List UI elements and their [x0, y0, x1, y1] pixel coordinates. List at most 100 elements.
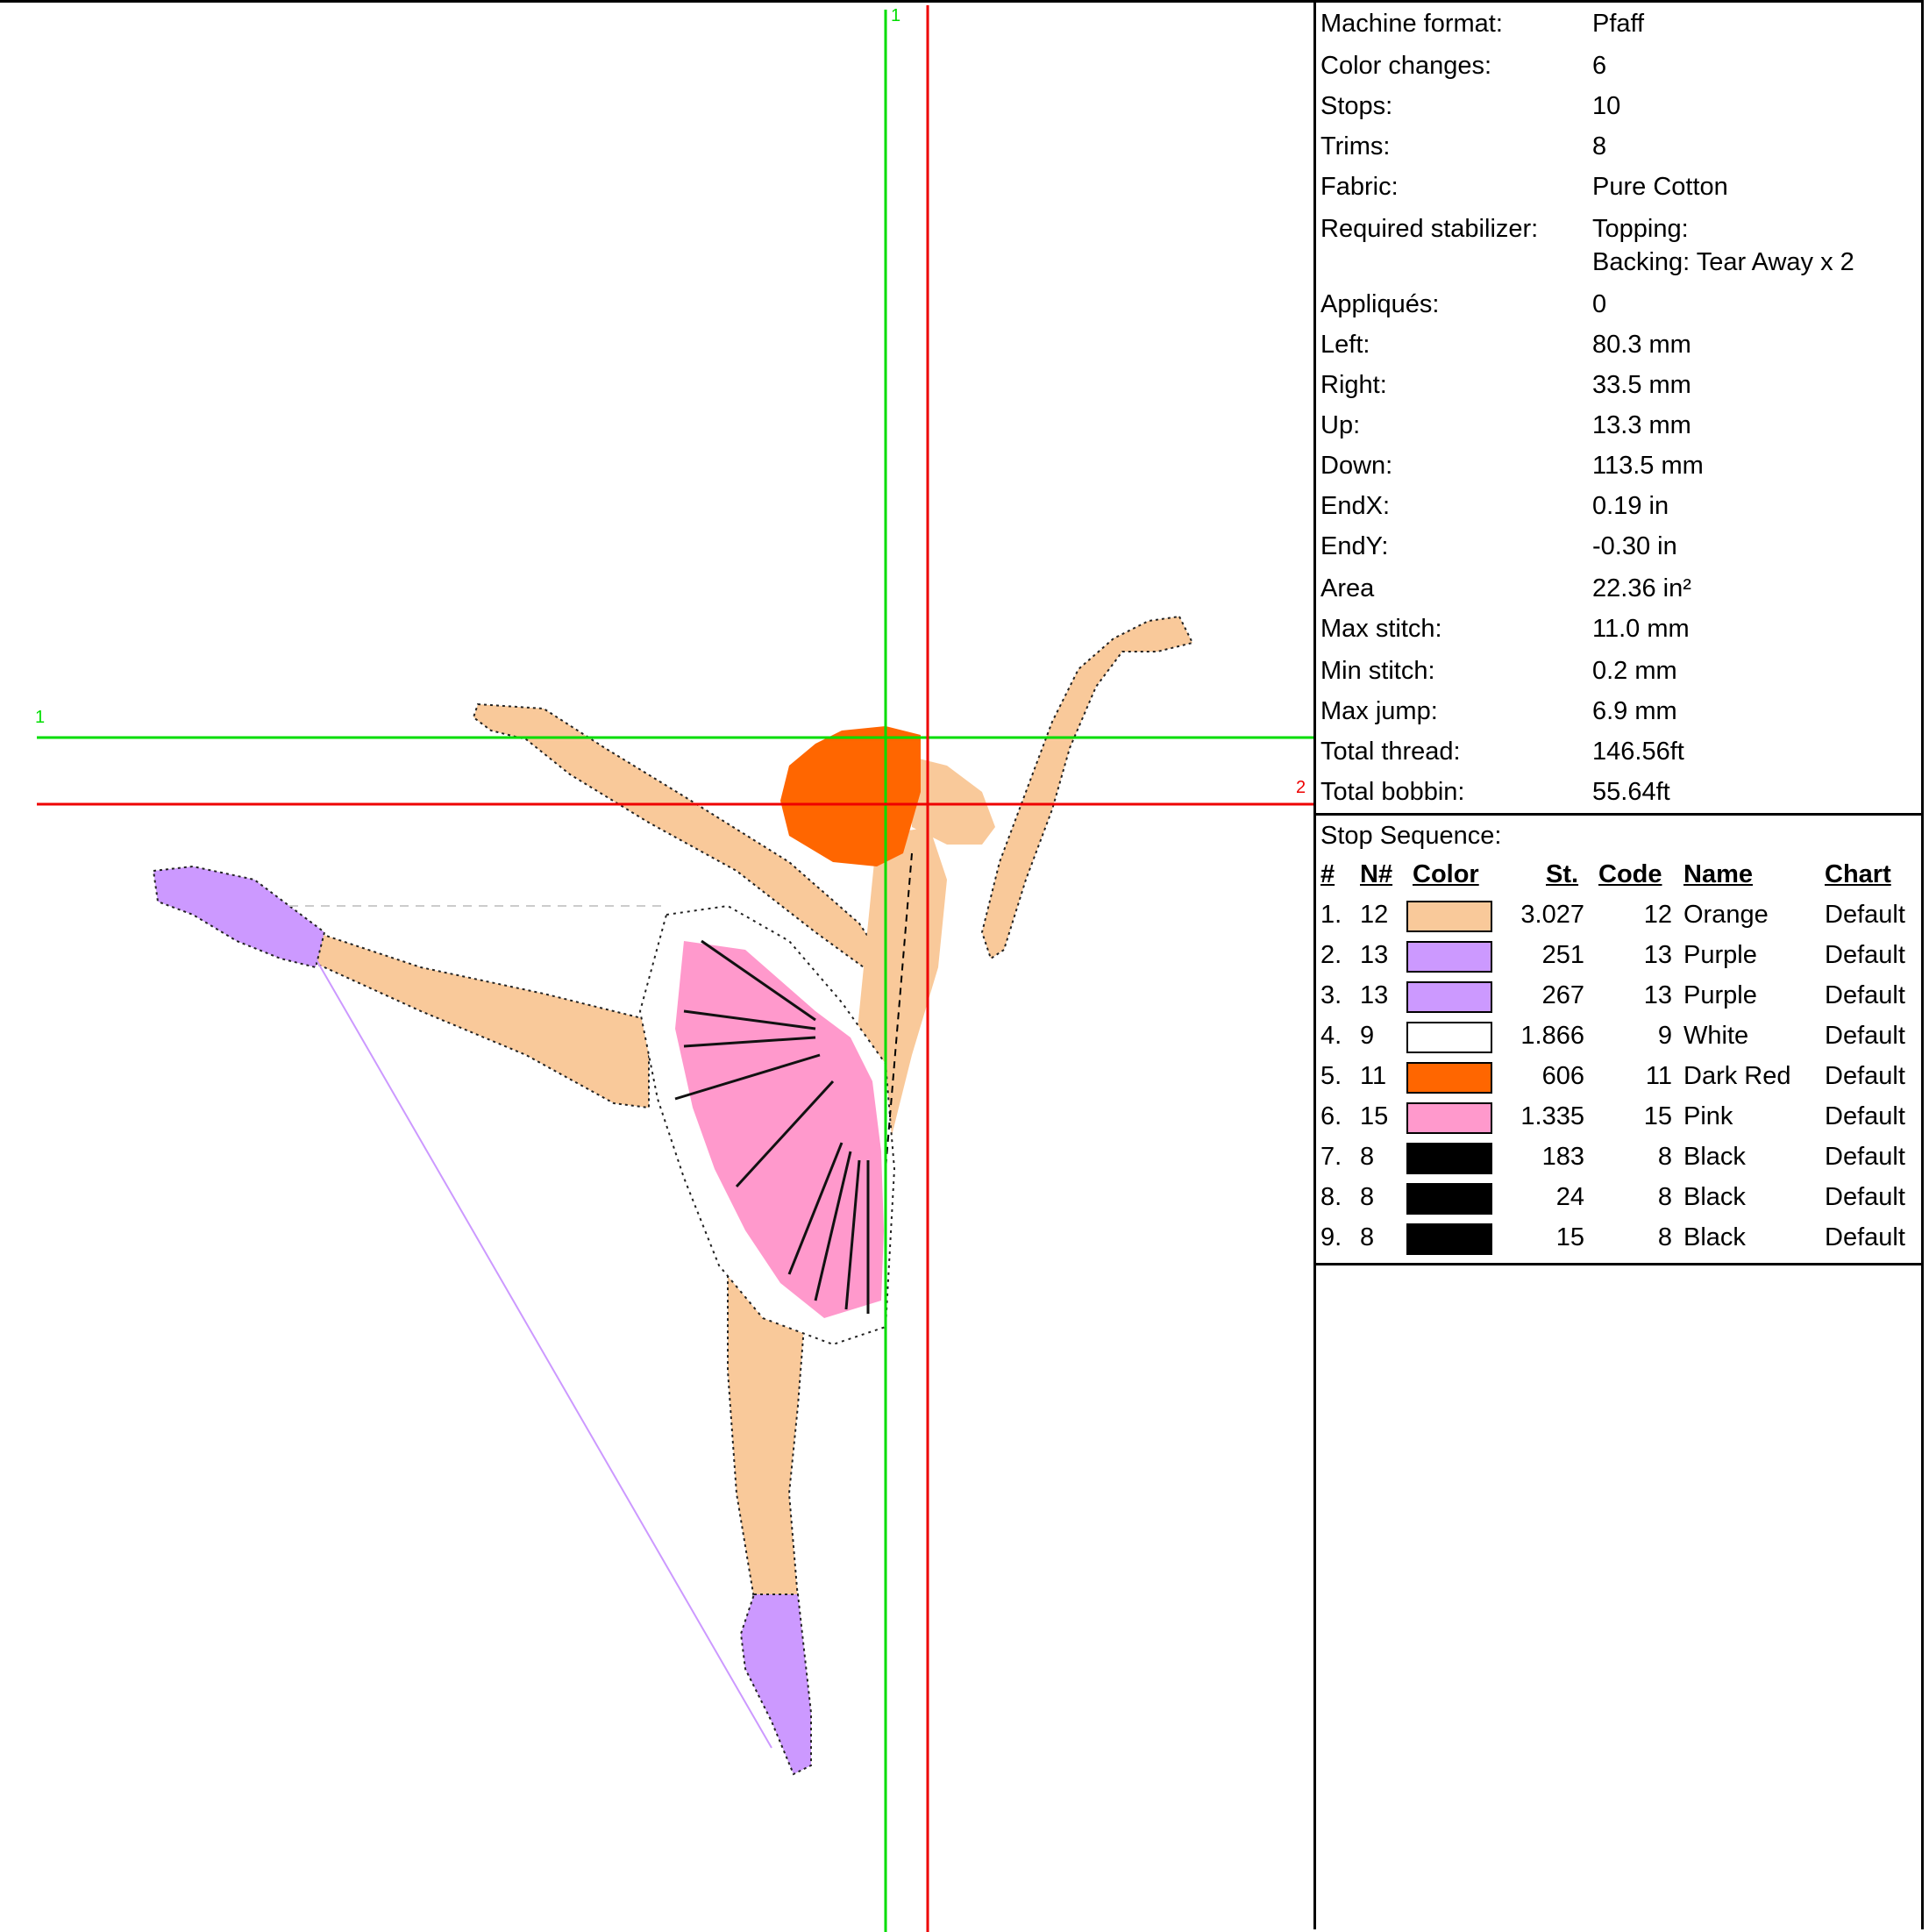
- info-label: Machine format:: [1320, 10, 1503, 38]
- col-header-chart: Chart: [1825, 860, 1891, 888]
- col-header-color: Color: [1413, 860, 1479, 888]
- stop-n: 13: [1360, 981, 1389, 1009]
- color-swatch: [1406, 1143, 1492, 1174]
- design-info-panel: Machine format: Pfaff Color changes: 6 Stops…: [1313, 0, 1924, 1929]
- stop-n: 13: [1360, 941, 1389, 969]
- stop-chart: Default: [1825, 901, 1905, 929]
- stop-chart: Default: [1825, 981, 1905, 1009]
- table-row: 3. 13 267 13 Purple Default: [1316, 981, 1921, 1020]
- info-label: EndY:: [1320, 532, 1389, 560]
- design-canvas[interactable]: 1 1 2: [0, 0, 1313, 1932]
- info-label: EndX:: [1320, 492, 1390, 520]
- stop-chart: Default: [1825, 1062, 1905, 1090]
- info-value: -0.30 in: [1592, 532, 1677, 560]
- stop-name: Black: [1683, 1183, 1746, 1211]
- info-value: 6: [1592, 52, 1607, 80]
- stop-code: 15: [1643, 1102, 1672, 1130]
- stop-chart: Default: [1825, 941, 1905, 969]
- stop-chart: Default: [1825, 1102, 1905, 1130]
- stop-code: 8: [1657, 1183, 1672, 1211]
- right-arm: [980, 615, 1194, 960]
- info-value: 13.3 mm: [1592, 411, 1691, 439]
- color-swatch: [1406, 1223, 1492, 1255]
- stop-code: 12: [1643, 901, 1672, 929]
- info-label: Trims:: [1320, 132, 1391, 160]
- info-value: 113.5 mm: [1592, 452, 1704, 480]
- stop-code: 9: [1657, 1022, 1672, 1050]
- ballerina-figure: [152, 615, 1194, 1776]
- info-label: Stops:: [1320, 92, 1393, 120]
- guide-horizontal-green-label: 1: [35, 708, 46, 727]
- color-swatch: [1406, 1183, 1492, 1215]
- stop-stitches: 15: [1555, 1223, 1584, 1251]
- info-label: Appliqués:: [1320, 290, 1440, 318]
- info-value: 6.9 mm: [1592, 697, 1677, 725]
- guide-vertical-green-label: 1: [891, 6, 901, 25]
- info-label: Total thread:: [1320, 738, 1461, 766]
- stop-code: 8: [1657, 1143, 1672, 1171]
- stop-n: 11: [1360, 1062, 1387, 1090]
- color-swatch: [1406, 1022, 1492, 1053]
- stop-num: 9.: [1320, 1223, 1342, 1251]
- tutu: [675, 941, 884, 1318]
- stop-code: 11: [1645, 1062, 1672, 1090]
- table-row: 1. 12 3.027 12 Orange Default: [1316, 901, 1921, 939]
- divider: [1316, 1263, 1921, 1265]
- supporting-shoe: [739, 1593, 812, 1776]
- stop-stitches: 251: [1541, 941, 1584, 969]
- color-swatch: [1406, 1062, 1492, 1094]
- info-value: 55.64ft: [1592, 778, 1670, 806]
- info-label: Required stabilizer:: [1320, 215, 1539, 243]
- color-swatch: [1406, 1102, 1492, 1134]
- info-value-secondary: Backing: Tear Away x 2: [1592, 248, 1854, 276]
- col-header-num: #: [1320, 860, 1335, 888]
- info-value: Topping:: [1592, 215, 1689, 243]
- embroidery-design: [37, 5, 1313, 1932]
- stop-num: 3.: [1320, 981, 1342, 1009]
- stop-name: Black: [1683, 1223, 1746, 1251]
- info-label: Max jump:: [1320, 697, 1438, 725]
- info-label: Max stitch:: [1320, 615, 1442, 643]
- hair: [780, 726, 921, 866]
- info-value: 11.0 mm: [1592, 615, 1690, 643]
- info-label: Left:: [1320, 331, 1370, 359]
- stop-stitches: 267: [1541, 981, 1584, 1009]
- divider: [1316, 813, 1921, 816]
- stop-n: 9: [1360, 1022, 1375, 1050]
- col-header-code: Code: [1598, 860, 1662, 888]
- stop-n: 15: [1360, 1102, 1389, 1130]
- stop-stitches: 24: [1555, 1183, 1584, 1211]
- stop-name: Orange: [1683, 901, 1769, 929]
- info-label: Min stitch:: [1320, 657, 1435, 685]
- info-value: 80.3 mm: [1592, 331, 1691, 359]
- stop-chart: Default: [1825, 1022, 1905, 1050]
- stop-sequence-title: Stop Sequence:: [1320, 822, 1502, 850]
- stop-name: Purple: [1683, 941, 1757, 969]
- info-label: Right:: [1320, 371, 1387, 399]
- col-header-st: St.: [1546, 860, 1579, 888]
- stop-n: 8: [1360, 1183, 1375, 1211]
- stop-n: 8: [1360, 1143, 1375, 1171]
- stop-num: 6.: [1320, 1102, 1342, 1130]
- stop-name: Dark Red: [1683, 1062, 1791, 1090]
- info-value: 10: [1592, 92, 1621, 120]
- col-header-name: Name: [1683, 860, 1753, 888]
- stop-chart: Default: [1825, 1223, 1905, 1251]
- info-value: 0.19 in: [1592, 492, 1669, 520]
- info-label: Color changes:: [1320, 52, 1492, 80]
- table-row: 2. 13 251 13 Purple Default: [1316, 941, 1921, 980]
- info-value: 33.5 mm: [1592, 371, 1691, 399]
- stop-chart: Default: [1825, 1183, 1905, 1211]
- info-label: Up:: [1320, 411, 1361, 439]
- stop-stitches: 183: [1541, 1143, 1584, 1171]
- stop-num: 7.: [1320, 1143, 1342, 1171]
- info-value: 146.56ft: [1592, 738, 1684, 766]
- stop-num: 4.: [1320, 1022, 1342, 1050]
- stop-code: 13: [1643, 941, 1672, 969]
- stop-code: 13: [1643, 981, 1672, 1009]
- info-label: Area: [1320, 574, 1375, 602]
- stop-n: 8: [1360, 1223, 1375, 1251]
- stop-name: Black: [1683, 1143, 1746, 1171]
- color-swatch: [1406, 981, 1492, 1013]
- info-value: Pure Cotton: [1592, 173, 1728, 201]
